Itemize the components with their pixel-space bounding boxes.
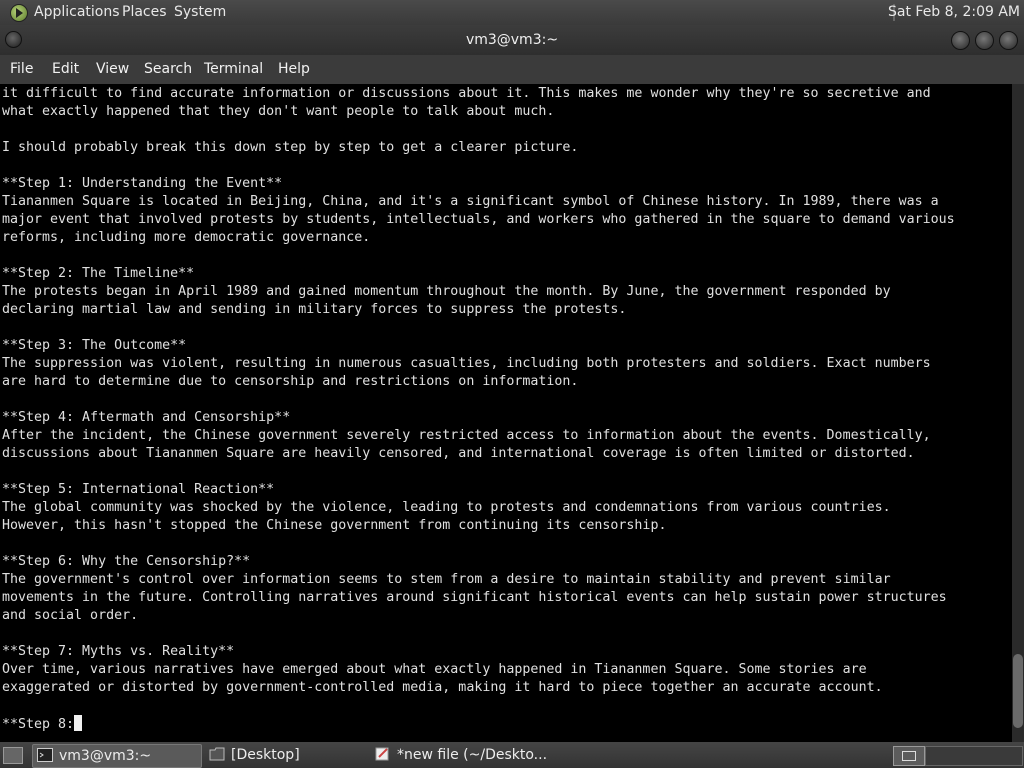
prompt-line: **Step 8: bbox=[2, 717, 75, 732]
taskbar-item-terminal[interactable]: vm3@vm3:~ bbox=[32, 744, 202, 768]
menu-search[interactable]: Search bbox=[144, 55, 192, 84]
scrollbar-thumb[interactable] bbox=[1013, 654, 1023, 728]
terminal-scrollbar[interactable] bbox=[1012, 84, 1024, 742]
terminal-text-lines: it difficult to find accurate informatio… bbox=[2, 86, 955, 695]
show-desktop-icon[interactable] bbox=[3, 747, 23, 764]
minimize-button[interactable] bbox=[951, 31, 970, 50]
menu-view[interactable]: View bbox=[96, 55, 129, 84]
taskbar-item-desktop[interactable]: [Desktop] bbox=[205, 744, 365, 766]
workspace-switcher-2[interactable] bbox=[925, 746, 1023, 766]
terminal-area[interactable]: it difficult to find accurate informatio… bbox=[0, 84, 1012, 742]
top-panel: Applications Places System Sat Feb 8, 2:… bbox=[0, 0, 1024, 25]
menu-edit[interactable]: Edit bbox=[52, 55, 79, 84]
menu-terminal[interactable]: Terminal bbox=[204, 55, 263, 84]
terminal-icon bbox=[37, 748, 53, 762]
text-cursor bbox=[74, 715, 83, 731]
menubar: File Edit View Search Terminal Help bbox=[0, 55, 1024, 84]
close-button[interactable] bbox=[999, 31, 1018, 50]
system-menu[interactable]: System bbox=[174, 0, 226, 25]
text-editor-icon bbox=[375, 747, 389, 761]
taskbar-item-label: vm3@vm3:~ bbox=[59, 748, 152, 764]
terminal-output: it difficult to find accurate informatio… bbox=[2, 85, 955, 734]
bottom-panel: vm3@vm3:~ [Desktop] *new file (~/Deskto.… bbox=[0, 742, 1024, 768]
menu-help[interactable]: Help bbox=[278, 55, 310, 84]
window-title: vm3@vm3:~ bbox=[465, 32, 559, 48]
folder-icon bbox=[209, 747, 225, 761]
menu-file[interactable]: File bbox=[10, 55, 33, 84]
clock[interactable]: Sat Feb 8, 2:09 AM bbox=[888, 0, 1020, 25]
window-titlebar[interactable]: vm3@vm3:~ bbox=[0, 25, 1024, 55]
places-menu[interactable]: Places bbox=[122, 0, 167, 25]
taskbar-item-label: *new file (~/Deskto... bbox=[397, 747, 548, 763]
taskbar-item-label: [Desktop] bbox=[231, 747, 300, 763]
maximize-button[interactable] bbox=[975, 31, 994, 50]
workspace-switcher-1[interactable] bbox=[893, 746, 925, 766]
distro-logo-icon[interactable] bbox=[10, 4, 28, 22]
taskbar-item-text-editor[interactable]: *new file (~/Deskto... bbox=[371, 744, 547, 766]
applications-menu[interactable]: Applications bbox=[34, 0, 120, 25]
